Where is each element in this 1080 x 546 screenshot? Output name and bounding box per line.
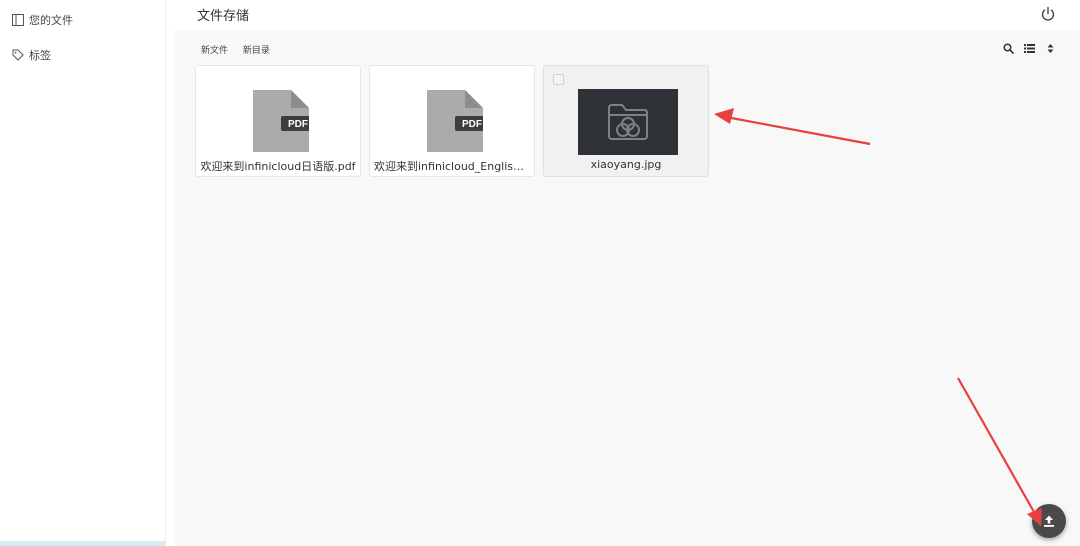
- upload-icon: [1044, 515, 1054, 527]
- toolbar: 新文件 新目录: [201, 43, 282, 56]
- sidebar-item-label: 您的文件: [29, 14, 73, 27]
- header: 文件存储: [175, 0, 1080, 30]
- power-icon[interactable]: [1040, 6, 1056, 22]
- search-icon[interactable]: [1003, 43, 1014, 54]
- file-card[interactable]: PDF 欢迎来到infinicloud_English.pdf: [369, 65, 535, 177]
- file-name: 欢迎来到infinicloud日语版.pdf: [200, 160, 356, 173]
- pdf-badge: PDF: [288, 119, 308, 130]
- new-file-button[interactable]: 新文件: [201, 46, 228, 56]
- image-thumbnail: [578, 89, 678, 155]
- image-folder-icon: [608, 104, 648, 140]
- sidebar: 您的文件 标签: [0, 0, 166, 546]
- panel-icon: [12, 14, 24, 26]
- pdf-file-icon: PDF: [253, 90, 309, 152]
- file-card-selected[interactable]: xiaoyang.jpg: [543, 65, 709, 177]
- view-tools: [1003, 43, 1056, 54]
- select-checkbox[interactable]: [553, 74, 564, 85]
- tag-icon: [12, 49, 24, 61]
- sort-icon[interactable]: [1045, 43, 1056, 54]
- sidebar-item-your-files[interactable]: 您的文件: [12, 10, 73, 30]
- upload-button[interactable]: [1032, 504, 1066, 538]
- main-area: 文件存储 新文件 新目录 PDF 欢迎来到infinicloud日语版.pdf …: [175, 0, 1080, 546]
- list-view-icon[interactable]: [1024, 43, 1035, 54]
- new-folder-button[interactable]: 新目录: [243, 46, 270, 56]
- pdf-badge: PDF: [462, 119, 482, 130]
- sidebar-footer-bar: [0, 541, 165, 546]
- file-name: xiaoyang.jpg: [590, 158, 662, 171]
- file-card[interactable]: PDF 欢迎来到infinicloud日语版.pdf: [195, 65, 361, 177]
- page-title: 文件存储: [197, 9, 250, 24]
- pdf-file-icon: PDF: [427, 90, 483, 152]
- sidebar-item-label: 标签: [29, 49, 51, 62]
- file-name: 欢迎来到infinicloud_English.pdf: [374, 160, 530, 173]
- sidebar-item-tags[interactable]: 标签: [12, 45, 51, 65]
